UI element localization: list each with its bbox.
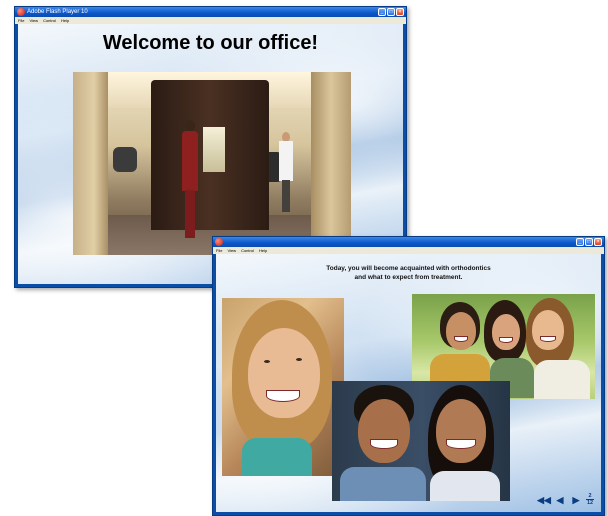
flash-player-window-orthodontics: _ □ × File View Control Help Today, you … [212,236,605,516]
menu-bar: File View Control Help [213,247,604,254]
intro-line-1: Today, you will become acquainted with o… [326,265,491,272]
menu-control[interactable]: Control [241,247,254,254]
minimize-button[interactable]: _ [378,8,386,16]
smiling-girl-photo [222,298,344,476]
page-total: 12 [586,500,594,506]
two-kids-photo [332,381,510,501]
menu-bar: File View Control Help [15,17,406,24]
menu-help[interactable]: Help [61,17,69,24]
maximize-button[interactable]: □ [585,238,593,246]
intro-line-2: and what to expect from treatment. [354,274,463,281]
page-current: 2 [588,493,592,499]
pillar-left [73,72,108,255]
flash-player-icon [17,8,25,16]
window-title: Adobe Flash Player 10 [27,9,88,15]
menu-file[interactable]: File [216,247,222,254]
window-controls: _ □ × [378,8,404,16]
staff-member-red-scrubs [181,120,199,238]
desk-window [203,127,225,172]
previous-slide-button[interactable]: ◀ [553,494,567,506]
menu-file[interactable]: File [18,17,24,24]
menu-help[interactable]: Help [259,247,267,254]
flash-player-icon [215,238,223,246]
next-slide-button[interactable]: ▶ [569,494,583,506]
title-bar[interactable]: Adobe Flash Player 10 _ □ × [15,7,406,17]
close-button[interactable]: × [396,8,404,16]
close-button[interactable]: × [594,238,602,246]
slide-intro-text: Today, you will become acquainted with o… [216,264,601,282]
staff-member-white-coat [279,132,293,212]
slide-navigation: ◀◀ ◀ ▶ 2 12 [537,493,595,506]
office-photo [73,72,351,255]
window-controls: _ □ × [576,238,602,246]
slide-heading: Welcome to our office! [102,32,319,54]
rewind-button[interactable]: ◀◀ [537,494,551,506]
page-indicator: 2 12 [585,493,595,506]
menu-view[interactable]: View [227,247,236,254]
title-bar[interactable]: _ □ × [213,237,604,247]
minimize-button[interactable]: _ [576,238,584,246]
maximize-button[interactable]: □ [387,8,395,16]
menu-control[interactable]: Control [43,17,56,24]
menu-view[interactable]: View [29,17,38,24]
pillar-right [311,72,351,255]
flash-content: Today, you will become acquainted with o… [216,254,601,512]
dental-chair-left [113,147,137,172]
